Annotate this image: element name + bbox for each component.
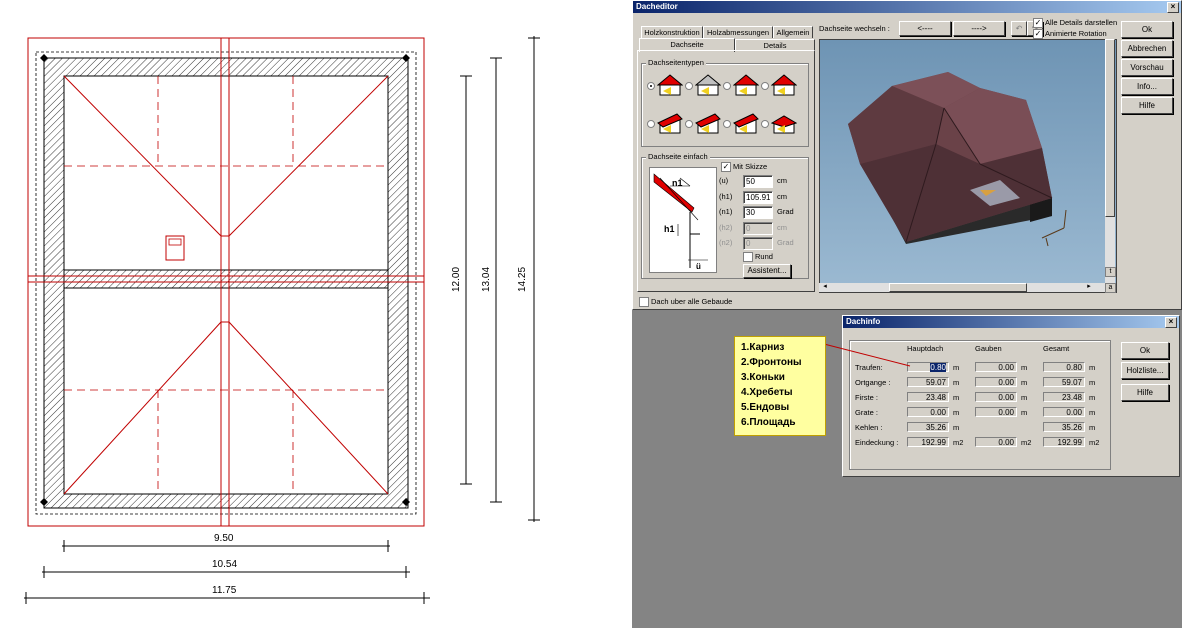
note-line-2: 2.Фронтоны <box>741 357 802 368</box>
dim-label-14-25: 14.25 <box>517 266 529 293</box>
note-line-3: 3.Коньки <box>741 372 785 383</box>
application-background: Dacheditor × Holzkonstruktion Holzabmess… <box>632 0 1182 628</box>
note-line-5: 5.Ендовы <box>741 402 790 413</box>
note-line-4: 4.Хребеты <box>741 387 793 398</box>
note-line-6: 6.Площадь <box>741 417 796 428</box>
roof-plan-drawing: 9.50 10.54 11.75 12.00 13.04 14.25 <box>0 0 632 628</box>
roof-plan-svg <box>24 36 540 604</box>
dim-label-10-54: 10.54 <box>212 559 238 570</box>
annotation-note: 1.Карниз 2.Фронтоны 3.Коньки 4.Хребеты 5… <box>734 336 826 436</box>
dim-label-9-50: 9.50 <box>214 533 234 544</box>
dim-label-11-75: 11.75 <box>212 585 237 596</box>
note-line-1: 1.Карниз <box>741 342 785 353</box>
note-leader-line <box>823 343 911 367</box>
dim-label-13-04: 13.04 <box>481 266 493 293</box>
dim-label-12-00: 12.00 <box>451 266 463 293</box>
